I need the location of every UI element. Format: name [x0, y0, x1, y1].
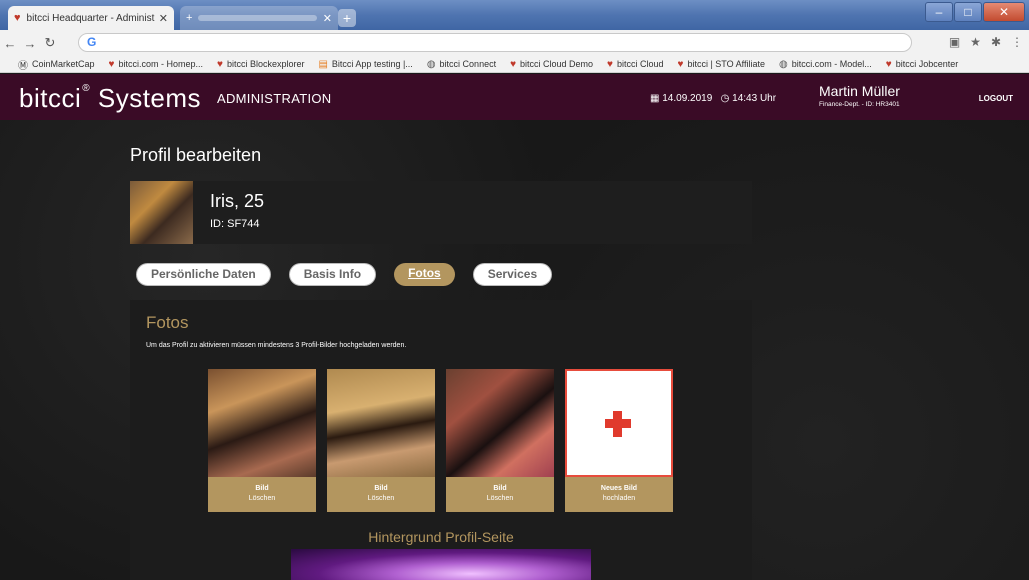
bookmark-item[interactable]: ♥ bitcci Blockexplorer: [217, 59, 304, 70]
logout-button[interactable]: LOGOUT: [979, 94, 1013, 103]
app-header: bitcci® Systems ADMINISTRATION ▦ 14.09.2…: [0, 74, 1029, 120]
photo-caption: Bild Löschen: [446, 477, 554, 512]
photo-caption: Neues Bild hochladen: [565, 477, 673, 512]
heart-icon: ♥: [885, 58, 892, 70]
close-tab-icon[interactable]: ✕: [159, 12, 168, 25]
bookmark-item[interactable]: ◍ bitcci Connect: [427, 59, 496, 70]
menu-icon[interactable]: ⋮: [1011, 35, 1023, 49]
user-name: Martin Müller: [819, 83, 900, 99]
photo-caption: Bild Löschen: [327, 477, 435, 512]
bookmark-item[interactable]: ♥ bitcci Jobcenter: [886, 59, 958, 70]
photo-card: Bild Löschen: [327, 369, 435, 512]
user-info: Martin Müller Finance-Dept. - ID: HR3401: [819, 83, 900, 108]
app-icon: ▤: [318, 58, 328, 70]
photo-card: Bild Löschen: [208, 369, 316, 512]
browser-tab-inactive[interactable]: + ✕: [180, 6, 338, 30]
new-tab-button[interactable]: +: [338, 9, 356, 27]
back-icon[interactable]: ←: [0, 36, 20, 51]
browser-titlebar: ♥ bitcci Headquarter - Administrati ✕ + …: [0, 0, 1029, 30]
tab-services[interactable]: Services: [472, 263, 553, 286]
bookmark-item[interactable]: ♥ bitcci | STO Affiliate: [678, 59, 765, 70]
delete-photo-button[interactable]: Löschen: [368, 495, 394, 502]
url-input[interactable]: G: [78, 33, 912, 52]
close-tab-icon[interactable]: ✕: [323, 12, 332, 25]
datetime-display: ▦ 14.09.2019 ◷ 14:43 Uhr: [650, 93, 777, 104]
extension-icon[interactable]: ▣: [949, 35, 960, 49]
bookmark-item[interactable]: ♥ bitcci Cloud Demo: [510, 59, 593, 70]
tab-title: bitcci Headquarter - Administrati: [26, 12, 155, 24]
app-logo[interactable]: bitcci® Systems: [19, 83, 201, 114]
fotos-panel: Fotos Um das Profil zu aktivieren müssen…: [130, 300, 752, 580]
heart-icon: ♥: [677, 58, 684, 70]
avatar: [130, 181, 193, 244]
new-photo-card[interactable]: Neues Bild hochladen: [565, 369, 673, 512]
profile-photo[interactable]: [446, 369, 554, 477]
profile-id: ID: SF744: [210, 218, 260, 230]
calendar-icon: ▦: [650, 93, 660, 104]
main-content: Profil bearbeiten Iris, 25 ID: SF744 Per…: [0, 120, 1029, 580]
plus-icon: +: [186, 12, 193, 24]
plus-icon: [605, 419, 631, 428]
heart-icon: ♥: [217, 58, 223, 70]
bookmark-item[interactable]: ♥ bitcci.com - Homep...: [109, 59, 203, 70]
coinmarketcap-icon: Ⓜ: [18, 60, 28, 72]
browser-tab-active[interactable]: ♥ bitcci Headquarter - Administrati ✕: [8, 6, 174, 30]
address-bar: ← → ↻ G ▣ ★ ✱ ⋮: [0, 30, 1029, 56]
profile-name: Iris, 25: [210, 191, 265, 211]
heart-icon: ♥: [607, 58, 613, 70]
profile-photo[interactable]: [327, 369, 435, 477]
photo-caption: Bild Löschen: [208, 477, 316, 512]
profile-tabs: Persönliche Daten Basis Info Fotos Servi…: [136, 263, 570, 286]
fotos-note: Um das Profil zu aktivieren müssen minde…: [146, 342, 407, 349]
page-title: Profil bearbeiten: [130, 145, 262, 165]
bookmark-item[interactable]: Ⓜ CoinMarketCap: [18, 57, 95, 72]
heart-icon: ♥: [510, 58, 517, 70]
tab-fotos[interactable]: Fotos: [394, 263, 455, 286]
bookmark-item[interactable]: ◍ bitcci.com - Model...: [779, 59, 872, 70]
upload-photo-area[interactable]: [565, 369, 673, 477]
background-heading: Hintergrund Profil-Seite: [368, 529, 514, 545]
minimize-icon[interactable]: –: [925, 2, 953, 22]
upload-photo-button[interactable]: hochladen: [603, 495, 635, 502]
forward-icon[interactable]: →: [20, 36, 40, 51]
user-department: Finance-Dept. - ID: HR3401: [819, 101, 900, 108]
bookmarks-bar: Ⓜ CoinMarketCap ♥ bitcci.com - Homep... ♥ b…: [0, 56, 1029, 73]
globe-icon: ◍: [779, 58, 788, 70]
heart-icon: ♥: [14, 12, 21, 24]
tab-basis-info[interactable]: Basis Info: [288, 263, 377, 286]
heart-icon: ♥: [108, 58, 115, 70]
photo-gallery: Bild Löschen Bild Löschen Bild Löschen N…: [208, 369, 684, 512]
section-title: ADMINISTRATION: [217, 91, 332, 106]
globe-icon: ◍: [426, 58, 436, 70]
clock-icon: ◷: [720, 93, 730, 104]
delete-photo-button[interactable]: Löschen: [487, 495, 513, 502]
fotos-heading: Fotos: [146, 313, 189, 332]
profile-photo[interactable]: [208, 369, 316, 477]
delete-photo-button[interactable]: Löschen: [249, 495, 275, 502]
reload-icon[interactable]: ↻: [40, 35, 60, 51]
photo-card: Bild Löschen: [446, 369, 554, 512]
bookmark-star-icon[interactable]: ★: [970, 35, 981, 49]
background-image[interactable]: [291, 549, 591, 580]
bookmark-item[interactable]: ▤ Bitcci App testing |...: [318, 59, 412, 70]
bookmark-item[interactable]: ♥ bitcci Cloud: [607, 59, 663, 70]
extension-icon[interactable]: ✱: [991, 35, 1001, 49]
profile-summary: Iris, 25 ID: SF744: [130, 181, 752, 244]
maximize-icon[interactable]: □: [954, 2, 982, 22]
registered-icon: ®: [82, 83, 91, 94]
tab-persoenliche-daten[interactable]: Persönliche Daten: [136, 263, 271, 286]
close-window-icon[interactable]: ✕: [983, 2, 1025, 22]
